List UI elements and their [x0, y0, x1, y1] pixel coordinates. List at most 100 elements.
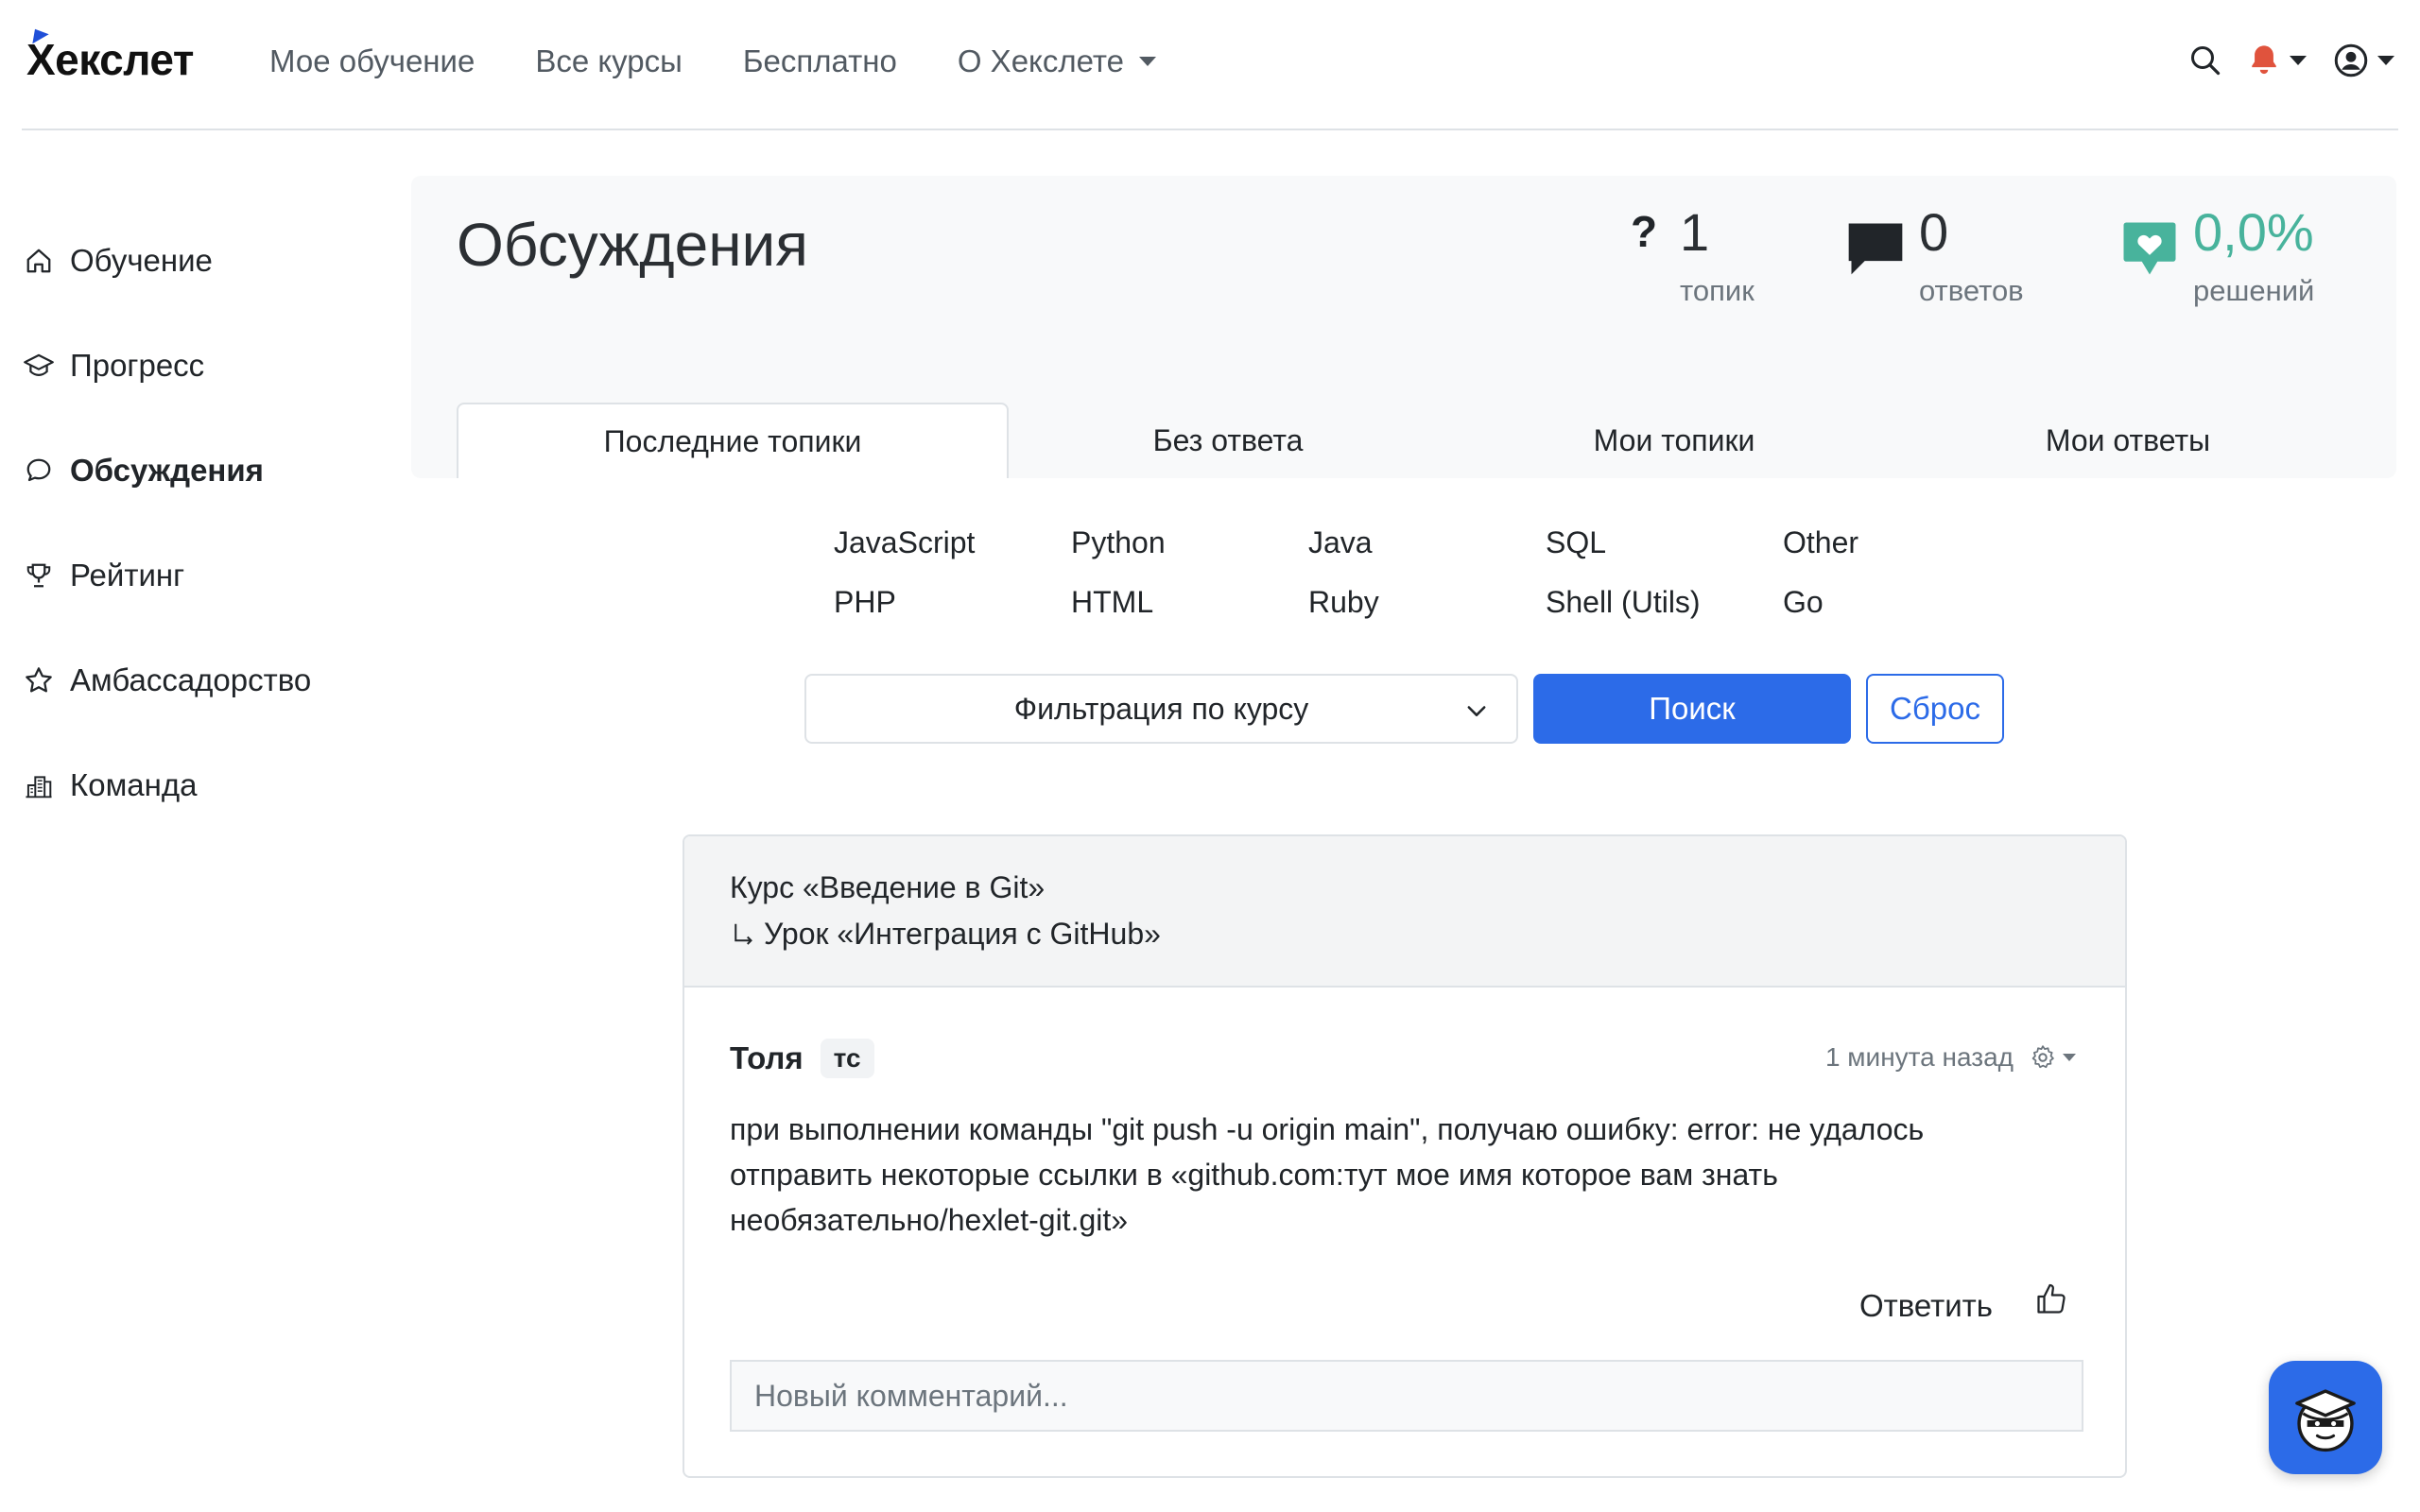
- heart-bubble-icon: [2118, 217, 2182, 284]
- sidebar-item-label: Команда: [70, 766, 198, 802]
- home-icon: [21, 243, 57, 279]
- gear-icon: [2031, 1045, 2054, 1069]
- arrow-down-right-icon: [735, 923, 752, 945]
- thumbs-up-icon: [2037, 1283, 2066, 1314]
- tab-latest-topics[interactable]: Последние топики: [457, 403, 1009, 478]
- nav-label: Все курсы: [535, 43, 683, 78]
- lesson-row: Урок «Интеграция с GitHub»: [730, 917, 2125, 952]
- comment-icon: [1843, 217, 1908, 283]
- topic-card-header: Курс «Введение в Git» Урок «Интеграция с…: [684, 836, 2125, 988]
- language-link[interactable]: PHP: [834, 585, 1071, 620]
- tab-label: Последние топики: [603, 423, 862, 458]
- topic-meta: 1 минута назад: [1825, 1042, 2076, 1073]
- author-badge: тс: [820, 1039, 874, 1078]
- caret-down-icon: [2063, 1054, 2076, 1061]
- reply-button[interactable]: Ответить: [1859, 1288, 1993, 1324]
- tab-my-answers[interactable]: Мои ответы: [1901, 403, 2355, 478]
- sidebar-item-rating[interactable]: Рейтинг: [21, 523, 380, 627]
- question-icon: ?: [1631, 207, 1658, 256]
- reset-button[interactable]: Сброс: [1866, 674, 2004, 744]
- topic-card: Курс «Введение в Git» Урок «Интеграция с…: [683, 834, 2127, 1478]
- stat-answers: 0 ответов: [1843, 206, 2024, 308]
- comment-placeholder: Новый комментарий...: [754, 1378, 1068, 1413]
- caret-down-icon: [2377, 56, 2394, 65]
- tab-label: Без ответа: [1152, 422, 1304, 457]
- search-button[interactable]: Поиск: [1533, 674, 1851, 744]
- nav-about-dropdown[interactable]: О Хекслете: [958, 43, 1156, 79]
- new-comment-input[interactable]: Новый комментарий...: [730, 1360, 2083, 1432]
- nav-free[interactable]: Бесплатно: [743, 43, 897, 79]
- topic-message: при выполнении команды "git push -u orig…: [730, 1112, 1925, 1237]
- lesson-link[interactable]: Урок «Интеграция с GitHub»: [764, 917, 1161, 952]
- discussion-tabs: Последние топики Без ответа Мои топики М…: [457, 403, 2210, 478]
- sidebar-item-label: Обсуждения: [70, 452, 264, 488]
- search-icon[interactable]: [2187, 42, 2224, 79]
- top-nav: Мое обучение Все курсы Бесплатно О Хексл…: [269, 43, 1217, 79]
- language-link[interactable]: Java: [1308, 525, 1546, 560]
- like-button[interactable]: [2034, 1282, 2068, 1321]
- sidebar-item-discussions[interactable]: Обсуждения: [21, 418, 380, 523]
- tab-label: Мои ответы: [2045, 422, 2211, 457]
- top-header: Хекслет Мое обучение Все курсы Бесплатно…: [22, 0, 2398, 130]
- stat-answers-label: ответов: [1919, 274, 2024, 307]
- sidebar-item-label: Амбассадорство: [70, 662, 312, 697]
- caret-down-icon: [1138, 57, 1156, 66]
- language-link[interactable]: JavaScript: [834, 525, 1071, 560]
- bell-icon: [2252, 45, 2276, 75]
- tab-my-topics[interactable]: Мои топики: [1447, 403, 1901, 478]
- sidebar-item-label: Прогресс: [70, 347, 205, 383]
- notifications-dropdown[interactable]: [2243, 42, 2311, 79]
- stat-solutions: 0,0% решений: [2118, 206, 2314, 308]
- caret-down-icon: [2290, 56, 2307, 65]
- stat-solutions-label: решений: [2193, 274, 2315, 307]
- tab-label: Мои топики: [1593, 422, 1755, 457]
- language-link[interactable]: SQL: [1546, 525, 1783, 560]
- sidebar-item-progress[interactable]: Прогресс: [21, 313, 380, 418]
- header-actions: [2187, 42, 2398, 79]
- language-link[interactable]: HTML: [1071, 585, 1308, 620]
- language-link[interactable]: Ruby: [1308, 585, 1546, 620]
- nav-label: О Хекслете: [957, 43, 1124, 78]
- support-chat-button[interactable]: [2269, 1361, 2382, 1474]
- mascot-icon: [2295, 1389, 2356, 1452]
- sidebar-item-learning[interactable]: Обучение: [21, 208, 380, 313]
- course-filter-select[interactable]: Фильтрация по курсу: [804, 674, 1518, 744]
- language-filters: JavaScript Python Java SQL Other PHP HTM…: [834, 525, 1915, 620]
- nav-label: Бесплатно: [742, 43, 897, 78]
- course-filter-value: Фильтрация по курсу: [1013, 691, 1309, 726]
- chevron-down-icon: [1463, 696, 1490, 731]
- course-link[interactable]: Курс «Введение в Git»: [730, 870, 2125, 905]
- trophy-icon: [21, 558, 57, 593]
- language-link[interactable]: Go: [1783, 585, 1915, 620]
- sidebar-item-label: Обучение: [70, 242, 213, 278]
- topic-time: 1 минута назад: [1824, 1042, 2014, 1072]
- chat-bubble-icon: [21, 453, 57, 489]
- topic-settings-dropdown[interactable]: [2029, 1043, 2076, 1072]
- stat-topics: ? 1 топик: [1631, 206, 1754, 308]
- user-circle-icon: [2334, 43, 2368, 77]
- discussions-panel: Обсуждения ? 1 топик 0 ответов 0,0% реше…: [411, 176, 2396, 478]
- stat-answers-value: 0: [1919, 202, 1949, 262]
- logo[interactable]: Хекслет: [26, 24, 194, 85]
- tab-unanswered[interactable]: Без ответа: [1009, 403, 1447, 478]
- language-link[interactable]: Other: [1783, 525, 1915, 560]
- sidebar-item-ambassador[interactable]: Амбассадорство: [21, 627, 380, 732]
- graduation-cap-icon: [21, 348, 57, 384]
- star-icon: [21, 662, 57, 698]
- stat-topics-label: топик: [1680, 274, 1754, 307]
- nav-label: Мое обучение: [269, 43, 475, 78]
- language-link[interactable]: Python: [1071, 525, 1308, 560]
- nav-my-learning[interactable]: Мое обучение: [269, 43, 475, 79]
- page-title: Обсуждения: [457, 211, 808, 279]
- user-menu-dropdown[interactable]: [2330, 42, 2398, 79]
- language-link[interactable]: Shell (Utils): [1546, 585, 1783, 620]
- sidebar: Обучение Прогресс Обсуждения Рейтинг Амб…: [21, 208, 380, 837]
- logo-text: Хекслет: [26, 35, 194, 84]
- nav-all-courses[interactable]: Все курсы: [535, 43, 683, 79]
- building-icon: [21, 767, 57, 803]
- author-row: Толя тс: [730, 1039, 874, 1078]
- sidebar-item-label: Рейтинг: [70, 557, 185, 593]
- sidebar-item-team[interactable]: Команда: [21, 732, 380, 837]
- author-name[interactable]: Толя: [730, 1040, 804, 1076]
- stat-topics-value: 1: [1680, 202, 1710, 262]
